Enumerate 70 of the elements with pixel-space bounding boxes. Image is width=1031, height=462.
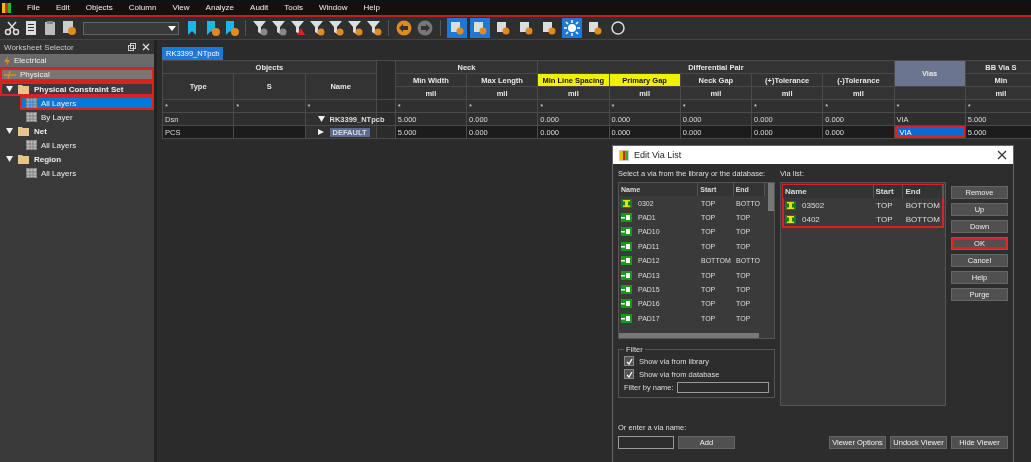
filter-icon[interactable] [347,20,363,36]
tree-item[interactable]: Region [0,152,154,166]
dialog-title: Edit Via List [634,150,682,160]
pad-icon [621,213,632,223]
via-icon [785,215,796,225]
undock-icon[interactable] [128,43,136,51]
scrollbar[interactable] [619,333,759,338]
expand-icon [6,156,13,162]
section-header[interactable]: Electrical [0,54,154,68]
filter-icon[interactable] [309,20,325,36]
via-name-input[interactable] [618,436,674,449]
clipboard-icon[interactable] [42,20,58,36]
folder-icon [18,154,29,164]
filter-icon[interactable] [366,20,382,36]
tree-item[interactable]: Net [0,124,154,138]
column-header[interactable]: Name [783,185,874,198]
panel-title: Worksheet Selector [4,42,75,52]
list-row[interactable]: 0402 TOP BOTTOM [783,212,943,227]
app-icon [2,2,11,13]
sun-icon[interactable] [562,18,582,38]
tree-item[interactable]: All Layers [20,96,154,110]
tree-item[interactable]: By Layer [20,110,154,124]
pad-icon [621,285,632,295]
filter-icon[interactable] [252,20,268,36]
tree-item[interactable]: All Layers [20,166,154,180]
filter-icon[interactable] [271,20,287,36]
app-icon [619,149,629,161]
document-icon[interactable] [23,20,39,36]
menu-item[interactable]: Analyze [197,3,243,12]
column-header[interactable]: End [903,185,943,198]
section-header[interactable]: Physical [0,68,154,82]
filter-input[interactable] [676,382,769,393]
lightning-icon [4,55,10,66]
menu-item[interactable]: File [19,3,48,12]
tree-item[interactable]: Physical Constraint Set [0,82,154,96]
pad-icon [621,270,632,280]
close-icon[interactable] [997,150,1007,160]
menu-item[interactable]: View [164,3,198,12]
filter-warning-icon[interactable] [290,20,306,36]
menu-item[interactable]: Column [120,3,165,12]
tree-item[interactable]: All Layers [20,138,154,152]
pad-icon [621,227,632,237]
pad-icon [621,299,632,309]
folder-icon [18,84,29,94]
redo-icon[interactable] [416,20,434,36]
column-header[interactable]: Start [873,185,904,198]
pad-icon [621,241,632,251]
menu-item[interactable]: Edit [47,3,78,12]
bookmark-next-icon[interactable] [204,20,220,36]
dropdown-field[interactable] [83,21,179,35]
expand-icon [6,128,13,134]
undo-icon[interactable] [395,20,413,36]
via-icon [785,200,796,210]
expand-icon [6,86,13,92]
menu-item[interactable]: Window [311,3,356,12]
folder-icon [18,126,29,136]
caret-icon [168,25,176,31]
trace-icon [4,70,16,79]
scissors-icon[interactable] [4,20,20,36]
menu-item[interactable]: Help [355,3,388,12]
menu-item[interactable]: Audit [242,3,277,12]
menu-item[interactable]: Objects [77,3,121,12]
pad-icon [621,256,632,266]
filter-icon[interactable] [328,20,344,36]
list-row[interactable]: 03502 TOP BOTTOM [783,198,943,213]
scrollbar[interactable] [768,183,774,211]
via-icon [621,198,632,208]
menu-item[interactable]: Tools [276,3,311,12]
pad-icon [621,313,632,323]
bookmark-previous-icon[interactable] [223,20,239,36]
